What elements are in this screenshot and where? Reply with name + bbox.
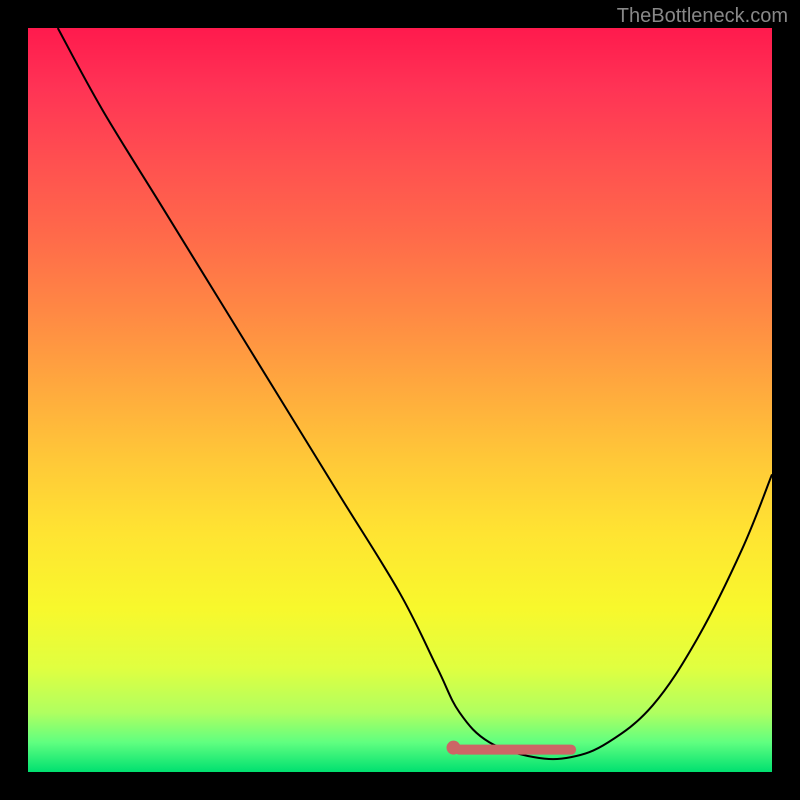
plot-area: [28, 28, 772, 772]
watermark-text: TheBottleneck.com: [617, 5, 788, 28]
bottleneck-curve: [58, 28, 772, 759]
chart-svg: [28, 28, 772, 772]
chart-container: TheBottleneck.com: [0, 0, 800, 800]
